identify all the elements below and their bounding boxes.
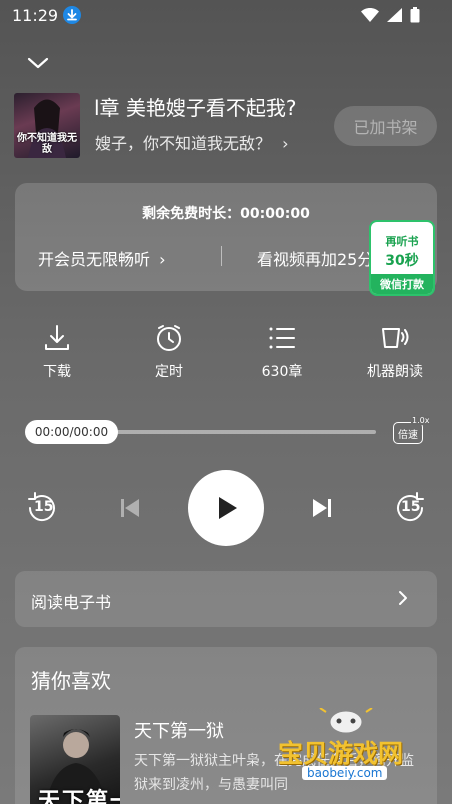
divider — [221, 246, 222, 266]
read-ebook-row[interactable]: 阅读电子书 — [15, 571, 437, 627]
skip-next-icon — [313, 499, 331, 517]
wifi-icon — [361, 8, 379, 22]
skip-previous-icon — [121, 499, 139, 517]
status-icons — [361, 7, 420, 23]
listen-reward-badge[interactable]: 再听书 30秒 微信打款 — [369, 220, 435, 296]
progress-time[interactable]: 00:00/00:00 — [25, 420, 118, 444]
chapter-list-icon — [269, 327, 295, 349]
rewind-15-button[interactable]: 15 — [22, 488, 62, 528]
vip-link-label: 开会员无限畅听 — [38, 250, 151, 269]
recommend-section: 猜你喜欢 天下第一狱 天下第一狱 天下第一狱狱主叶枭，在完成任务后，离开监狱来到… — [15, 647, 437, 804]
chapter-count-label: 630章 — [261, 364, 303, 380]
speed-value: 1.0x — [411, 416, 431, 425]
speed-button[interactable]: 倍速 1.0x — [391, 416, 431, 446]
badge-line1: 再听书 — [385, 235, 419, 248]
chapter-title: l章 美艳嫂子看不起我? — [94, 96, 297, 120]
signal-icon — [387, 8, 402, 22]
rewind-15-label: 15 — [34, 499, 54, 515]
status-bar: 11:29 — [0, 0, 452, 32]
book-cover[interactable]: 你不知道我无敌 — [14, 93, 80, 158]
play-button[interactable] — [188, 470, 264, 546]
recommend-title: 猜你喜欢 — [31, 669, 111, 693]
recommend-book-description: 天下第一狱狱主叶枭，在完成任务后，离开监狱来到凌州，与愚妻叫同 — [134, 753, 414, 793]
recommend-cover-title: 天下第一狱 — [38, 789, 120, 804]
video-link[interactable]: 看视频再加25分 — [257, 246, 372, 270]
chevron-right-icon: › — [282, 134, 289, 153]
next-button[interactable] — [306, 490, 338, 526]
machine-read-label: 机器朗读 — [367, 364, 423, 380]
timer-button[interactable]: 定时 — [124, 323, 214, 381]
forward-15-button[interactable]: 15 — [390, 488, 430, 528]
speed-label: 倍速 — [393, 422, 423, 444]
chapter-list-button[interactable]: 630章 — [237, 323, 327, 381]
cover-title: 你不知道我无敌 — [17, 133, 77, 155]
status-time: 11:29 — [12, 6, 59, 25]
recommend-book-cover[interactable]: 天下第一狱 — [30, 715, 120, 804]
forward-15-label: 15 — [401, 499, 421, 515]
timer-icon — [157, 325, 181, 351]
badge-footer: 微信打款 — [371, 274, 433, 294]
read-ebook-label: 阅读电子书 — [31, 593, 112, 612]
timer-label: 定时 — [155, 364, 183, 380]
book-subtitle: 嫂子，你不知道我无敌？ — [95, 134, 272, 153]
machine-read-button[interactable]: 机器朗读 — [350, 323, 440, 381]
play-icon — [219, 497, 237, 519]
chevron-right-icon — [397, 589, 409, 611]
download-label: 下载 — [43, 364, 71, 380]
machine-read-icon — [382, 328, 409, 348]
collapse-button[interactable] — [24, 52, 52, 74]
chevron-right-icon: › — [159, 250, 166, 269]
battery-icon — [410, 7, 420, 23]
download-icon — [45, 325, 69, 350]
recommend-book-title[interactable]: 天下第一狱 — [134, 717, 224, 743]
previous-button[interactable] — [114, 490, 146, 526]
download-button[interactable]: 下载 — [12, 323, 102, 381]
chevron-down-icon — [27, 57, 49, 69]
vip-link[interactable]: 开会员无限畅听 › — [38, 246, 166, 270]
shelf-button[interactable]: 已加书架 — [334, 106, 437, 146]
book-subtitle-link[interactable]: 嫂子，你不知道我无敌？ › — [95, 130, 289, 154]
download-notification-icon — [63, 6, 81, 24]
badge-line2: 30秒 — [385, 253, 419, 269]
